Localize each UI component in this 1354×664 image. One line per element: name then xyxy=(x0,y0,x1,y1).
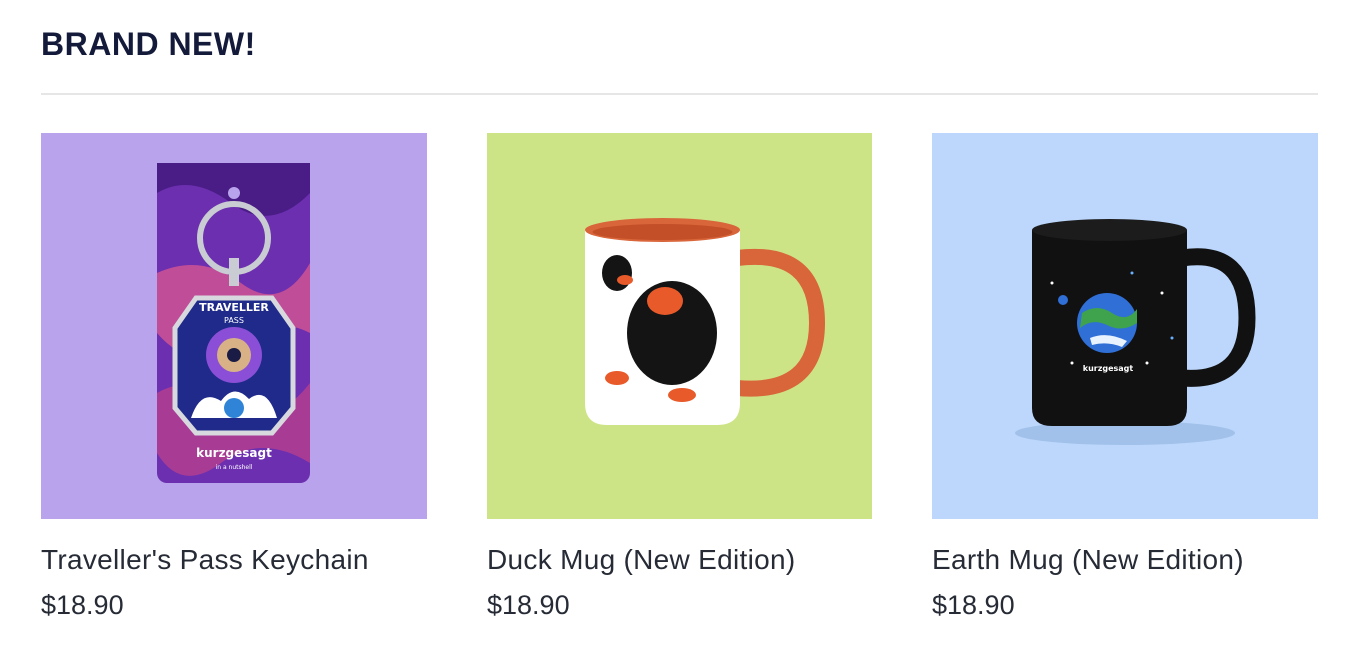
tagline-text: in a nutshell xyxy=(216,464,253,471)
product-name[interactable]: Traveller's Pass Keychain xyxy=(41,543,427,577)
pass-sub-text: PASS xyxy=(224,316,244,325)
traveller-pass-keychain-image: TRAVELLER PASS kurzgesagt in a nutshell xyxy=(41,133,427,519)
product-card-duck-mug[interactable]: Duck Mug (New Edition) $18.90 xyxy=(487,133,872,621)
duck-mug-image xyxy=(487,133,872,519)
section-divider xyxy=(41,93,1318,95)
brand-text: kurzgesagt xyxy=(196,446,272,460)
product-image-link[interactable]: kurzgesagt xyxy=(932,133,1318,519)
product-card-keychain[interactable]: TRAVELLER PASS kurzgesagt in a nutshell … xyxy=(41,133,427,621)
product-name[interactable]: Earth Mug (New Edition) xyxy=(932,543,1318,577)
product-image-link[interactable] xyxy=(487,133,872,519)
section-title: BRAND NEW! xyxy=(41,26,256,62)
earth-mug-image: kurzgesagt xyxy=(932,133,1318,519)
product-price: $18.90 xyxy=(487,590,570,620)
product-price: $18.90 xyxy=(932,590,1015,620)
product-image-link[interactable]: TRAVELLER PASS kurzgesagt in a nutshell xyxy=(41,133,427,519)
product-name[interactable]: Duck Mug (New Edition) xyxy=(487,543,872,577)
pass-title-text: TRAVELLER xyxy=(199,301,269,314)
product-price: $18.90 xyxy=(41,590,124,620)
brand-text: kurzgesagt xyxy=(1083,364,1134,373)
product-card-earth-mug[interactable]: kurzgesagt Earth Mug (New Edition) $18.9… xyxy=(932,133,1318,621)
